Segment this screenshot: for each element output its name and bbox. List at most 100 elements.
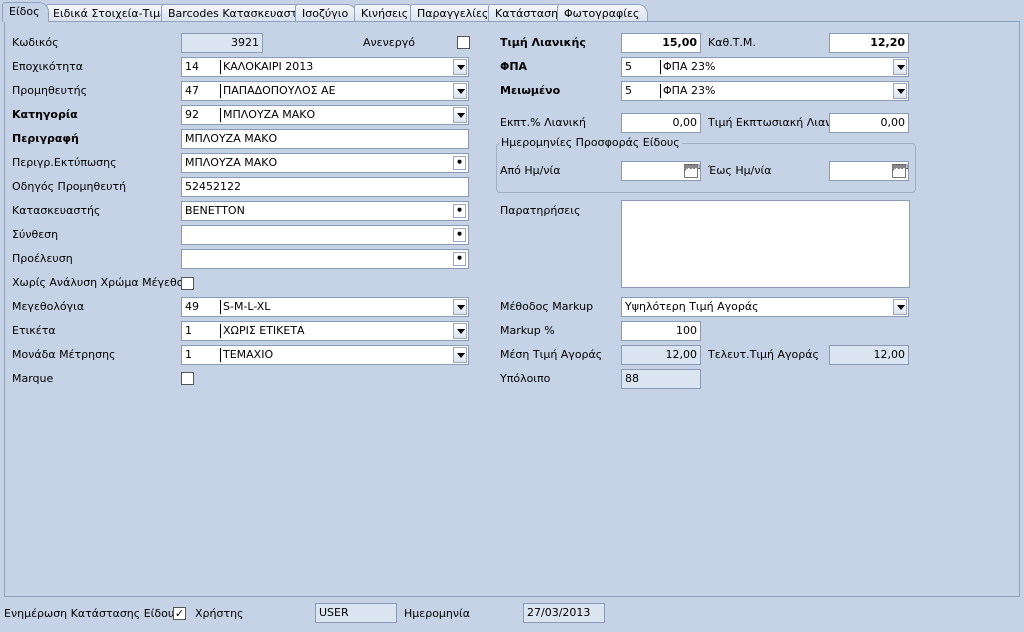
chevron-down-icon[interactable] [453,59,467,75]
combo-separator [220,348,221,362]
unit-label: Μονάδα Μέτρησης [12,348,116,361]
tag-code: 1 [185,324,192,337]
inactive-label: Ανενεργό [363,36,415,49]
reduced-vat-combo[interactable]: 5 ΦΠΑ 23% [621,81,909,101]
marque-label: Marque [12,372,54,385]
retail-discount-percent-input[interactable]: 0,00 [621,113,701,133]
lightbulb-icon[interactable]: ⚫ [453,204,466,218]
sizes-combo[interactable]: 49 S-M-L-XL [181,297,469,317]
chevron-down-icon[interactable] [893,59,907,75]
combo-separator [220,84,221,98]
category-combo[interactable]: 92 ΜΠΛΟΥΖΑ ΜΑΚΟ [181,105,469,125]
supplier-code: 47 [185,84,199,97]
markup-method-value: Υψηλότερη Τιμή Αγοράς [625,300,759,313]
to-date-input[interactable]: JAN 1 [829,161,909,181]
markup-percent-input[interactable]: 100 [621,321,701,341]
retail-discount-percent-label: Εκπτ.% Λιανική [500,116,586,129]
lightbulb-icon[interactable]: ⚫ [453,228,466,242]
chevron-down-icon[interactable] [453,83,467,99]
no-color-size-analysis-checkbox[interactable] [181,277,194,290]
combo-separator [220,60,221,74]
net-price-label: Καθ.Τ.Μ. [708,36,756,49]
print-description-input[interactable]: ΜΠΛΟΥΖΑ ΜΑΚΟ ⚫ [181,153,469,173]
retail-price-input[interactable]: 15,00 [621,33,701,53]
tab-manufacturer-barcodes[interactable]: Barcodes Κατασκευαστή [161,4,314,21]
marque-checkbox[interactable] [181,372,194,385]
combo-separator [220,108,221,122]
date-field: 27/03/2013 [523,603,605,623]
discount-price-input[interactable]: 0,00 [829,113,909,133]
last-cost-label: Τελευτ.Τιμή Αγοράς [708,348,819,361]
markup-method-select[interactable]: Υψηλότερη Τιμή Αγοράς [621,297,909,317]
from-date-label: Από Ημ/νία [500,164,561,177]
vat-combo[interactable]: 5 ΦΠΑ 23% [621,57,909,77]
calendar-icon[interactable]: JAN 1 [892,164,908,178]
category-label: Κατηγορία [12,108,78,121]
composition-label: Σύνθεση [12,228,59,241]
supplier-text: ΠΑΠΑΔΟΠΟΥΛΟΣ ΑΕ [223,84,336,97]
tab-item[interactable]: Είδος [2,2,49,22]
tag-combo[interactable]: 1 ΧΩΡΙΣ ΕΤΙΚΕΤΑ [181,321,469,341]
season-label: Εποχικότητα [12,60,84,73]
composition-input[interactable]: ⚫ [181,225,469,245]
origin-input[interactable]: ⚫ [181,249,469,269]
update-status-label: Ενημέρωση Κατάστασης Είδους [4,607,181,620]
last-cost-field: 12,00 [829,345,909,365]
reduced-vat-text: ΦΠΑ 23% [663,84,716,97]
lightbulb-icon[interactable]: ⚫ [453,252,466,266]
chevron-down-icon[interactable] [453,299,467,315]
chevron-down-icon[interactable] [893,83,907,99]
manufacturer-input[interactable]: BENETTON ⚫ [181,201,469,221]
retail-price-label: Τιμή Λιανικής [500,36,586,49]
origin-label: Προέλευση [12,252,73,265]
lightbulb-icon[interactable]: ⚫ [453,156,466,170]
tab-balance[interactable]: Ισοζύγιο [295,4,358,21]
inactive-checkbox[interactable] [457,36,470,49]
chevron-down-icon[interactable] [893,299,907,315]
print-description-value: ΜΠΛΟΥΖΑ ΜΑΚΟ [185,156,278,169]
chevron-down-icon[interactable] [453,107,467,123]
code-label: Κωδικός [12,36,59,49]
unit-combo[interactable]: 1 ΤΕΜΑΧΙΟ [181,345,469,365]
tab-photos[interactable]: Φωτογραφίες [557,4,649,21]
combo-separator [660,60,661,74]
manufacturer-value: BENETTON [185,204,245,217]
unit-text: ΤΕΜΑΧΙΟ [223,348,274,361]
tab-orders[interactable]: Παραγγελίες [410,4,498,21]
chevron-down-icon[interactable] [453,347,467,363]
notes-textarea[interactable] [621,200,910,288]
reduced-vat-code: 5 [625,84,632,97]
description-input[interactable]: ΜΠΛΟΥΖΑ ΜΑΚΟ [181,129,469,149]
markup-percent-label: Markup % [500,324,555,337]
user-checkbox[interactable]: ✓ [173,607,186,620]
net-price-input[interactable]: 12,20 [829,33,909,53]
user-label: Χρήστης [195,607,244,620]
combo-separator [660,84,661,98]
vat-text: ΦΠΑ 23% [663,60,716,73]
tab-movements[interactable]: Κινήσεις [354,4,418,21]
no-color-size-analysis-label: Χωρίς Ανάλυση Χρώμα Μέγεθος [12,276,190,289]
average-cost-field: 12,00 [621,345,701,365]
markup-method-label: Μέθοδος Markup [500,300,594,313]
combo-separator [220,300,221,314]
from-date-input[interactable]: JAN 1 [621,161,701,181]
season-code: 14 [185,60,199,73]
code-field[interactable]: 3921 [181,33,263,53]
vat-code: 5 [625,60,632,73]
balance-label: Υπόλοιπο [500,372,551,385]
tab-status[interactable]: Κατάσταση [488,4,568,21]
supplier-label: Προμηθευτής [12,84,88,97]
calendar-icon[interactable]: JAN 1 [684,164,700,178]
date-label: Ημερομηνία [404,607,471,620]
supplier-combo[interactable]: 47 ΠΑΠΑΔΟΠΟΥΛΟΣ ΑΕ [181,81,469,101]
supplier-guide-input[interactable]: 52452122 [181,177,469,197]
season-combo[interactable]: 14 ΚΑΛΟΚΑΙΡΙ 2013 [181,57,469,77]
offer-dates-title: Ημερομηνίες Προσφοράς Είδους [499,135,682,151]
manufacturer-label: Κατασκευαστής [12,204,101,217]
description-label: Περιγραφή [12,132,79,145]
user-field: USER [315,603,397,623]
notes-label: Παρατηρήσεις [500,204,581,217]
unit-code: 1 [185,348,192,361]
chevron-down-icon[interactable] [453,323,467,339]
sizes-code: 49 [185,300,199,313]
